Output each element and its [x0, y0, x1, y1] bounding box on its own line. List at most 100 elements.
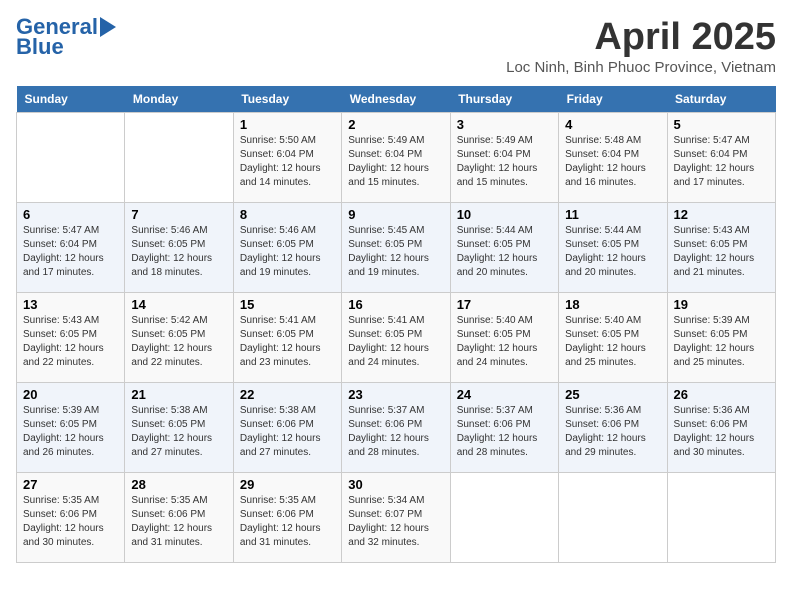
day-info: Sunrise: 5:47 AM Sunset: 6:04 PM Dayligh… [23, 224, 118, 280]
calendar-cell: 16 Sunrise: 5:41 AM Sunset: 6:05 PM Dayli… [342, 293, 450, 383]
calendar-cell: 21Sunrise: 5:38 AM Sunset: 6:05 PM Dayli… [125, 383, 233, 473]
day-number: 14 [131, 297, 226, 312]
day-number: 9 [348, 207, 443, 222]
weekday-header-wednesday: Wednesday [342, 86, 450, 113]
calendar-cell: 5 Sunrise: 5:47 AM Sunset: 6:04 PM Daylig… [667, 113, 775, 203]
day-info: Sunrise: 5:41 AM Sunset: 6:05 PM Dayligh… [240, 314, 335, 370]
day-info: Sunrise: 5:35 AM Sunset: 6:06 PM Dayligh… [131, 494, 226, 550]
day-info: Sunrise: 5:37 AM Sunset: 6:06 PM Dayligh… [348, 404, 443, 460]
day-info: Sunrise: 5:37 AM Sunset: 6:06 PM Dayligh… [457, 404, 552, 460]
calendar-cell: 12Sunrise: 5:43 AM Sunset: 6:05 PM Dayli… [667, 203, 775, 293]
day-info: Sunrise: 5:47 AM Sunset: 6:04 PM Dayligh… [674, 134, 769, 190]
weekday-header-monday: Monday [125, 86, 233, 113]
calendar-cell: 30Sunrise: 5:34 AM Sunset: 6:07 PM Dayli… [342, 473, 450, 563]
day-info: Sunrise: 5:43 AM Sunset: 6:05 PM Dayligh… [23, 314, 118, 370]
calendar-cell: 15 Sunrise: 5:41 AM Sunset: 6:05 PM Dayli… [233, 293, 341, 383]
day-info: Sunrise: 5:49 AM Sunset: 6:04 PM Dayligh… [348, 134, 443, 190]
calendar-cell: 23 Sunrise: 5:37 AM Sunset: 6:06 PM Dayli… [342, 383, 450, 473]
calendar-cell: 13 Sunrise: 5:43 AM Sunset: 6:05 PM Dayli… [17, 293, 125, 383]
day-info: Sunrise: 5:50 AM Sunset: 6:04 PM Dayligh… [240, 134, 335, 190]
day-number: 20 [23, 387, 118, 402]
calendar-cell: 7 Sunrise: 5:46 AM Sunset: 6:05 PM Daylig… [125, 203, 233, 293]
calendar-cell [559, 473, 667, 563]
day-info: Sunrise: 5:36 AM Sunset: 6:06 PM Dayligh… [565, 404, 660, 460]
calendar-cell: 9Sunrise: 5:45 AM Sunset: 6:05 PM Daylig… [342, 203, 450, 293]
calendar-cell [667, 473, 775, 563]
calendar-cell: 10 Sunrise: 5:44 AM Sunset: 6:05 PM Dayli… [450, 203, 558, 293]
day-info: Sunrise: 5:46 AM Sunset: 6:05 PM Dayligh… [240, 224, 335, 280]
day-info: Sunrise: 5:46 AM Sunset: 6:05 PM Dayligh… [131, 224, 226, 280]
day-info: Sunrise: 5:40 AM Sunset: 6:05 PM Dayligh… [565, 314, 660, 370]
day-info: Sunrise: 5:40 AM Sunset: 6:05 PM Dayligh… [457, 314, 552, 370]
day-number: 2 [348, 117, 443, 132]
day-info: Sunrise: 5:35 AM Sunset: 6:06 PM Dayligh… [23, 494, 118, 550]
day-number: 23 [348, 387, 443, 402]
day-number: 17 [457, 297, 552, 312]
day-number: 10 [457, 207, 552, 222]
calendar-cell: 3 Sunrise: 5:49 AM Sunset: 6:04 PM Daylig… [450, 113, 558, 203]
day-info: Sunrise: 5:42 AM Sunset: 6:05 PM Dayligh… [131, 314, 226, 370]
day-info: Sunrise: 5:41 AM Sunset: 6:05 PM Dayligh… [348, 314, 443, 370]
day-info: Sunrise: 5:38 AM Sunset: 6:06 PM Dayligh… [240, 404, 335, 460]
day-number: 16 [348, 297, 443, 312]
day-info: Sunrise: 5:36 AM Sunset: 6:06 PM Dayligh… [674, 404, 769, 460]
calendar-table: SundayMondayTuesdayWednesdayThursdayFrid… [16, 86, 776, 563]
day-info: Sunrise: 5:48 AM Sunset: 6:04 PM Dayligh… [565, 134, 660, 190]
day-number: 6 [23, 207, 118, 222]
logo-arrow-icon [100, 17, 116, 37]
day-number: 24 [457, 387, 552, 402]
calendar-cell: 11Sunrise: 5:44 AM Sunset: 6:05 PM Dayli… [559, 203, 667, 293]
day-number: 5 [674, 117, 769, 132]
day-number: 8 [240, 207, 335, 222]
weekday-header-friday: Friday [559, 86, 667, 113]
calendar-cell: 17 Sunrise: 5:40 AM Sunset: 6:05 PM Dayli… [450, 293, 558, 383]
day-number: 29 [240, 477, 335, 492]
calendar-cell: 27 Sunrise: 5:35 AM Sunset: 6:06 PM Dayli… [17, 473, 125, 563]
title-block: April 2025 Loc Ninh, Binh Phuoc Province… [506, 16, 776, 76]
day-number: 22 [240, 387, 335, 402]
calendar-cell: 14 Sunrise: 5:42 AM Sunset: 6:05 PM Dayli… [125, 293, 233, 383]
day-number: 30 [348, 477, 443, 492]
day-number: 4 [565, 117, 660, 132]
calendar-cell: 6 Sunrise: 5:47 AM Sunset: 6:04 PM Daylig… [17, 203, 125, 293]
day-number: 1 [240, 117, 335, 132]
calendar-week-5: 27 Sunrise: 5:35 AM Sunset: 6:06 PM Dayli… [17, 473, 776, 563]
day-info: Sunrise: 5:39 AM Sunset: 6:05 PM Dayligh… [674, 314, 769, 370]
day-number: 19 [674, 297, 769, 312]
day-number: 21 [131, 387, 226, 402]
day-number: 7 [131, 207, 226, 222]
calendar-cell: 25 Sunrise: 5:36 AM Sunset: 6:06 PM Dayli… [559, 383, 667, 473]
calendar-cell: 1 Sunrise: 5:50 AM Sunset: 6:04 PM Daylig… [233, 113, 341, 203]
calendar-week-1: 1 Sunrise: 5:50 AM Sunset: 6:04 PM Daylig… [17, 113, 776, 203]
calendar-week-2: 6 Sunrise: 5:47 AM Sunset: 6:04 PM Daylig… [17, 203, 776, 293]
day-info: Sunrise: 5:44 AM Sunset: 6:05 PM Dayligh… [457, 224, 552, 280]
month-title: April 2025 [506, 16, 776, 59]
day-number: 26 [674, 387, 769, 402]
calendar-cell [17, 113, 125, 203]
calendar-week-3: 13 Sunrise: 5:43 AM Sunset: 6:05 PM Dayli… [17, 293, 776, 383]
weekday-header-saturday: Saturday [667, 86, 775, 113]
day-number: 12 [674, 207, 769, 222]
day-number: 13 [23, 297, 118, 312]
day-info: Sunrise: 5:49 AM Sunset: 6:04 PM Dayligh… [457, 134, 552, 190]
day-number: 27 [23, 477, 118, 492]
calendar-cell: 2 Sunrise: 5:49 AM Sunset: 6:04 PM Daylig… [342, 113, 450, 203]
logo-text-blue: Blue [16, 34, 64, 60]
calendar-cell: 20 Sunrise: 5:39 AM Sunset: 6:05 PM Dayli… [17, 383, 125, 473]
day-number: 18 [565, 297, 660, 312]
calendar-cell: 18 Sunrise: 5:40 AM Sunset: 6:05 PM Dayli… [559, 293, 667, 383]
calendar-cell: 28Sunrise: 5:35 AM Sunset: 6:06 PM Dayli… [125, 473, 233, 563]
logo: General Blue [16, 16, 116, 60]
day-number: 3 [457, 117, 552, 132]
calendar-week-4: 20 Sunrise: 5:39 AM Sunset: 6:05 PM Dayli… [17, 383, 776, 473]
day-number: 25 [565, 387, 660, 402]
weekday-header-row: SundayMondayTuesdayWednesdayThursdayFrid… [17, 86, 776, 113]
calendar-cell: 26 Sunrise: 5:36 AM Sunset: 6:06 PM Dayli… [667, 383, 775, 473]
calendar-cell [450, 473, 558, 563]
weekday-header-sunday: Sunday [17, 86, 125, 113]
calendar-cell: 29Sunrise: 5:35 AM Sunset: 6:06 PM Dayli… [233, 473, 341, 563]
day-number: 15 [240, 297, 335, 312]
day-number: 11 [565, 207, 660, 222]
page-header: General Blue April 2025 Loc Ninh, Binh P… [16, 16, 776, 76]
day-info: Sunrise: 5:39 AM Sunset: 6:05 PM Dayligh… [23, 404, 118, 460]
